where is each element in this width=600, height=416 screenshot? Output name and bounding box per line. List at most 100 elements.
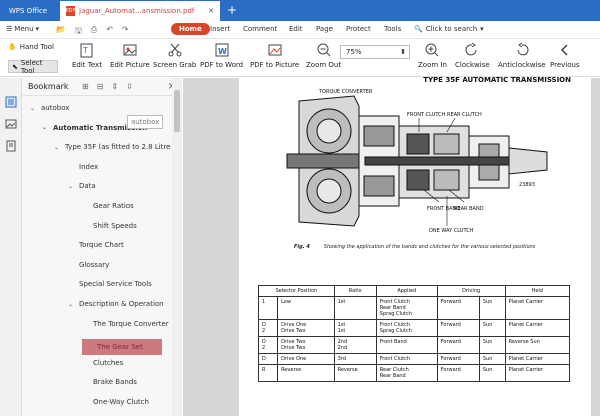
zoom-in-button[interactable]: Zoom In <box>418 42 447 69</box>
chevron-down-icon[interactable]: ⌄ <box>54 144 61 151</box>
table-cell: Reverse Sun <box>504 336 571 354</box>
bookmark-item[interactable]: Glossary <box>68 261 109 269</box>
figure-caption: Fig. 4 Showing the application of the ban… <box>294 244 536 250</box>
rotate-clockwise-button[interactable]: Clockwise <box>455 42 490 69</box>
edit-picture-button[interactable]: Edit Picture <box>110 42 150 69</box>
edit-text-button[interactable]: T Edit Text <box>72 42 102 69</box>
table-cell: Sun <box>478 353 506 365</box>
quick-access-icons: 📂 🖫 ⎙ ↶ ↷ <box>56 25 129 39</box>
bookmark-item[interactable]: Clutches <box>82 359 123 367</box>
search-icon: 🔍 <box>414 25 423 33</box>
tab-comment[interactable]: Comment <box>243 25 277 33</box>
bookmark-label: Data <box>79 182 96 191</box>
table-cell: D 2 <box>257 319 279 337</box>
delete-bookmark-icon[interactable]: ⊟ <box>97 82 104 91</box>
bookmark-scrollbar[interactable] <box>172 78 182 416</box>
bookmark-label: autobox <box>41 104 70 112</box>
print-icon[interactable]: ⎙ <box>91 25 97 39</box>
bookmark-label: The Torque Converter <box>93 319 169 328</box>
bookmark-label: Special Service Tools <box>79 280 152 289</box>
previous-page-button[interactable]: Previous <box>550 42 580 69</box>
chevron-down-icon[interactable]: ⌄ <box>68 183 75 190</box>
add-bookmark-icon[interactable]: ⊞ <box>82 82 89 91</box>
table-cell: D 2 <box>257 336 279 354</box>
table-cell: Reverse <box>333 364 377 382</box>
tab-edit[interactable]: Edit <box>289 25 303 33</box>
table-cell: 1st <box>333 296 377 320</box>
collapse-all-icon[interactable]: ⇳ <box>126 82 133 91</box>
bookmark-item[interactable]: Torque Chart <box>68 241 124 249</box>
menu-button[interactable]: ☰ Menu ▾ <box>6 25 39 33</box>
chevron-down-icon[interactable]: ⌄ <box>30 105 37 112</box>
bookmark-item[interactable]: Special Service Tools <box>68 280 152 288</box>
bookmark-item[interactable]: ⌄ Type 35F (as fitted to 2.8 Litre <box>54 143 170 151</box>
chevron-down-icon[interactable]: ⌄ <box>42 124 49 131</box>
bookmark-item[interactable]: The Torque Converter <box>82 320 169 328</box>
search-box[interactable]: 🔍 Click to search ▾ <box>414 25 484 33</box>
tab-document-title: Jaguar_Automat...ansmission.pdf <box>79 7 195 15</box>
bookmark-tooltip: autobox <box>127 115 164 129</box>
hand-tool-button[interactable]: ✋ Hand Tool <box>8 43 54 51</box>
redo-icon[interactable]: ↷ <box>122 25 129 39</box>
pdf-to-word-button[interactable]: W PDF to Word <box>200 42 243 69</box>
table-cell: 1 <box>257 296 279 320</box>
hand-icon: ✋ <box>8 43 17 51</box>
chevron-down-icon: ▾ <box>35 25 40 33</box>
table-cell: Front Clutch Rear Band Sprag Clutch <box>375 296 438 320</box>
table-cell: R <box>257 364 279 382</box>
table-cell: Low <box>277 296 335 320</box>
table-cell: Planet Carrier <box>504 296 571 320</box>
bookmark-label: One-Way Clutch <box>93 398 149 406</box>
document-viewer[interactable]: TYPE 35F AUTOMATIC TRANSMISSION TORQUE C… <box>183 76 600 416</box>
undo-icon[interactable]: ↶ <box>106 25 113 39</box>
tab-document[interactable]: PDF Jaguar_Automat...ansmission.pdf ✕ <box>60 1 220 21</box>
tab-home[interactable]: Home <box>171 23 210 35</box>
bookmark-item[interactable]: ⌄ autobox <box>30 104 69 112</box>
pdf-to-picture-button[interactable]: PDF to Picture <box>250 42 299 69</box>
table-cell: Forward <box>436 364 480 382</box>
attachments-panel-icon[interactable] <box>5 140 17 152</box>
rotate-anticlockwise-icon <box>517 42 529 56</box>
bookmark-panel-icon[interactable] <box>5 96 17 108</box>
bookmark-item[interactable]: Gear Ratios <box>82 202 134 210</box>
table-cell: Reverse <box>277 364 335 382</box>
new-tab-button[interactable]: + <box>227 3 237 17</box>
expand-all-icon[interactable]: ⇕ <box>111 82 118 91</box>
zoom-out-button[interactable]: Zoom Out <box>306 42 341 69</box>
table-cell: Drive Two Drive Two <box>277 336 335 354</box>
open-icon[interactable]: 📂 <box>56 25 66 39</box>
bookmark-item[interactable]: ⌄ Data <box>68 182 96 190</box>
bookmark-item[interactable]: One-Way Clutch <box>82 398 149 406</box>
tab-insert[interactable]: Insert <box>210 25 230 33</box>
tab-wps-office[interactable]: WPS Office <box>0 0 56 21</box>
bookmark-item[interactable]: Index <box>68 163 98 171</box>
table-cell: Planet Carrier <box>504 353 571 365</box>
bookmark-header: Bookmark ⊞ ⊟ ⇕ ⇳ × <box>22 78 181 96</box>
chevron-down-icon[interactable]: ⌄ <box>68 301 75 308</box>
save-icon[interactable]: 🖫 <box>75 25 82 39</box>
ribbon-menu-row: ☰ Menu ▾ 📂 🖫 ⎙ ↶ ↷ Home Insert Comment E… <box>0 21 600 39</box>
chevron-down-icon: ⬍ <box>400 48 406 56</box>
col-driving: Driving <box>436 285 506 297</box>
label-ref: 23893 <box>519 182 535 188</box>
zoom-select[interactable]: 75% ⬍ <box>340 45 410 59</box>
chevron-left-icon <box>560 44 568 56</box>
tab-page[interactable]: Page <box>316 25 333 33</box>
table-cell: Front Band <box>375 336 438 354</box>
pdf-page: TYPE 35F AUTOMATIC TRANSMISSION TORQUE C… <box>239 76 591 416</box>
bookmark-item[interactable]: Shift Speeds <box>82 222 137 230</box>
scrollbar-thumb[interactable] <box>174 90 180 132</box>
bookmark-item[interactable]: The Gear Set <box>82 339 162 356</box>
bookmark-item[interactable]: Brake Bands <box>82 378 137 386</box>
select-tool-button[interactable]: ⬉ Select Tool <box>8 59 58 75</box>
tab-tools[interactable]: Tools <box>384 25 401 33</box>
table-row: 1 Low 1st Front Clutch Rear Band Sprag Clut… <box>257 296 571 320</box>
bookmark-item[interactable]: ⌄ Description & Operation <box>68 300 164 308</box>
zoom-out-icon <box>317 43 330 57</box>
tab-protect[interactable]: Protect <box>346 25 371 33</box>
thumbnail-panel-icon[interactable] <box>5 118 17 130</box>
close-icon[interactable]: ✕ <box>208 7 220 15</box>
rotate-anticlockwise-button[interactable]: Anticlockwise <box>498 42 546 69</box>
screen-grab-button[interactable]: Screen Grab <box>153 42 196 69</box>
tab-bar: WPS Office PDF Jaguar_Automat...ansmissi… <box>0 0 600 21</box>
